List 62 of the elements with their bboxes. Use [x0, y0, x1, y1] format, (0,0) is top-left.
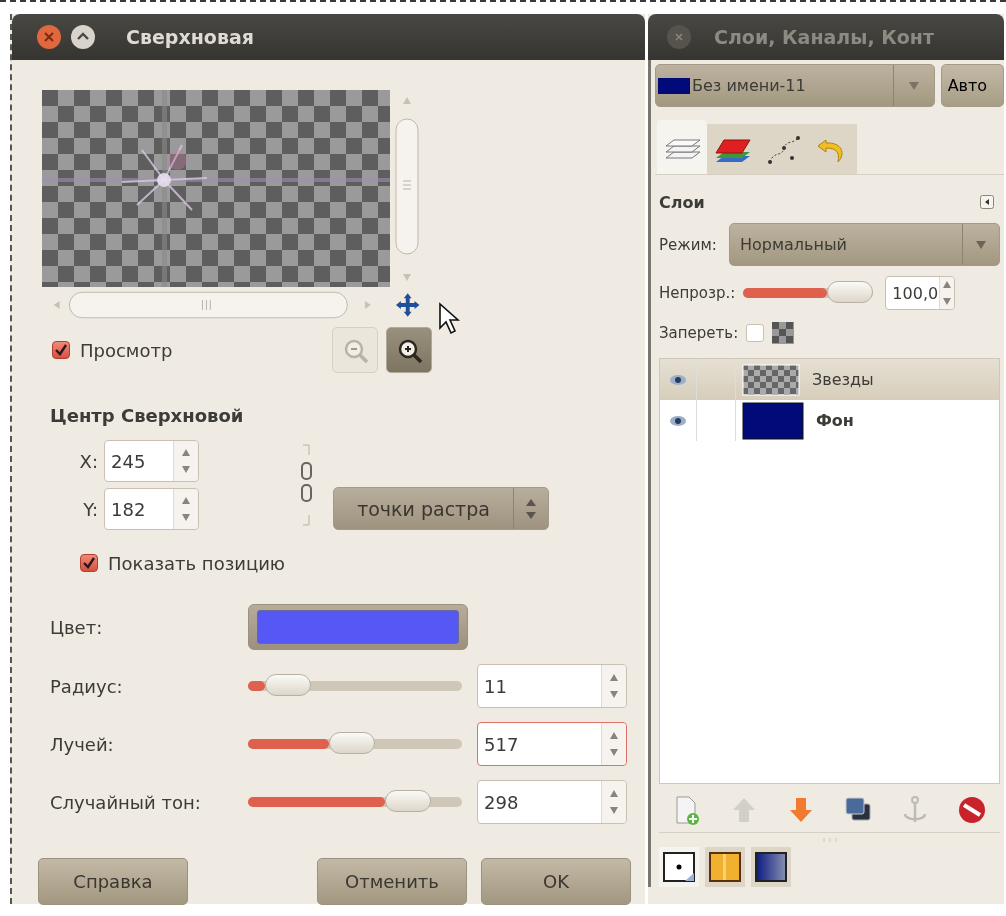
field-label: Режим:	[659, 235, 717, 254]
close-icon[interactable]	[36, 24, 62, 50]
maximize-icon[interactable]	[70, 24, 96, 50]
panel-heading: Слои	[659, 192, 705, 212]
eye-icon[interactable]	[669, 373, 687, 386]
image-dropdown[interactable]: Без имени-11	[655, 64, 935, 107]
color-button[interactable]	[248, 604, 468, 650]
field-label: Случайный тон:	[49, 791, 202, 813]
tab[interactable]	[659, 847, 699, 887]
spin-field[interactable]: 298	[477, 780, 627, 824]
move-icon[interactable]	[394, 292, 420, 318]
spin-field[interactable]: 11	[477, 664, 627, 708]
spin-field[interactable]: 182	[104, 488, 199, 530]
brush-icon	[663, 852, 695, 882]
field-label: Запереть:	[659, 324, 739, 342]
checkbox-label: Показать позицию	[108, 552, 286, 574]
window-title: Сверхновая	[126, 26, 254, 48]
zoom-button[interactable]	[386, 327, 432, 373]
panel-menu-icon[interactable]	[980, 195, 994, 209]
unit-dropdown[interactable]: точки растра	[333, 487, 549, 530]
cancel-button[interactable]: Отменить	[317, 858, 467, 905]
slider-handle[interactable]	[329, 732, 376, 754]
auto-button[interactable]: Авто	[940, 64, 1004, 107]
checkbox[interactable]	[80, 554, 98, 572]
ok-button[interactable]: OK	[481, 858, 631, 905]
slider-handle[interactable]	[826, 281, 873, 303]
layer-row[interactable]: Фон	[660, 400, 999, 441]
tab[interactable]	[705, 847, 745, 887]
field-label: X:	[78, 450, 98, 472]
layer-thumbnail	[742, 363, 800, 396]
gradient-icon	[755, 852, 787, 882]
dropdown-arrow-icon	[907, 80, 920, 91]
close-icon[interactable]	[666, 24, 692, 50]
field-label: Y:	[82, 498, 98, 520]
checkbox[interactable]	[52, 341, 70, 359]
field-label: Лучей:	[49, 733, 115, 755]
layer-name: Звезды	[812, 370, 874, 389]
section-heading: Центр Сверхновой	[50, 405, 245, 426]
field-label: Непрозр.:	[659, 284, 736, 302]
checkbox-label: Просмотр	[80, 339, 173, 361]
spin-field[interactable]: 517	[477, 722, 627, 766]
layer-row[interactable]: Звезды	[660, 359, 999, 400]
dropdown-arrow-icon	[975, 239, 987, 250]
checkbox[interactable]	[746, 324, 765, 342]
field-label: Цвет:	[49, 616, 104, 638]
layer-thumbnail	[742, 401, 804, 440]
spin-field[interactable]: 100,0	[885, 276, 956, 310]
mouse-pointer-icon	[437, 302, 461, 336]
slider-handle[interactable]	[384, 790, 431, 812]
help-button[interactable]: Справка	[38, 858, 188, 905]
pattern-icon	[709, 852, 741, 882]
slider-handle[interactable]	[265, 674, 312, 696]
window-title: Слои, Каналы, Конт	[714, 26, 934, 48]
lock-alpha-icon[interactable]	[772, 322, 795, 344]
tab[interactable]	[751, 847, 791, 887]
image-swatch	[658, 77, 690, 94]
chain-link-icon[interactable]	[299, 441, 315, 529]
field-label: Радиус:	[49, 675, 124, 697]
layer-name: Фон	[816, 411, 854, 430]
eye-icon[interactable]	[669, 414, 687, 427]
mode-dropdown[interactable]: Нормальный	[728, 223, 1000, 266]
spin-field[interactable]: 245	[104, 440, 199, 482]
